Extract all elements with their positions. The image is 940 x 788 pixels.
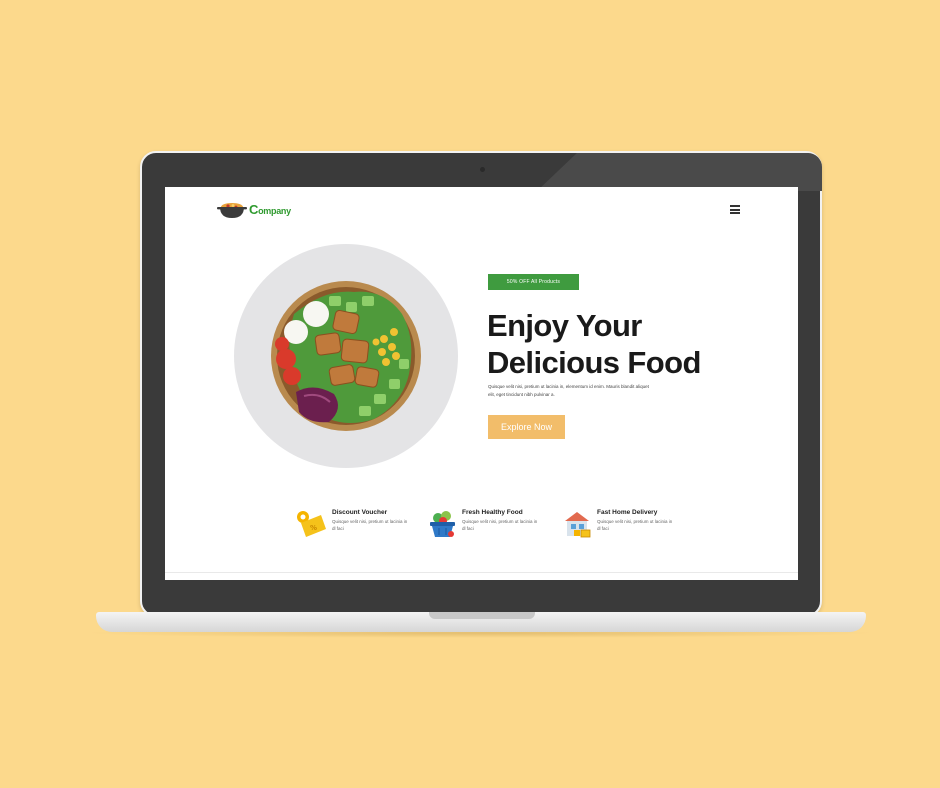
feature-text: Fast Home Delivery Quisque velit nisi, p… bbox=[597, 509, 677, 532]
section-divider bbox=[165, 572, 798, 573]
lid-reflection bbox=[537, 153, 822, 191]
company-logo[interactable]: Company bbox=[217, 198, 291, 220]
laptop-base bbox=[96, 612, 866, 632]
hero-food-image bbox=[234, 244, 458, 468]
feature-title: Fast Home Delivery bbox=[597, 509, 658, 516]
cooking-pot-icon bbox=[217, 203, 247, 218]
discount-badge: 50% OFF All Products bbox=[488, 274, 579, 290]
feature-description: Quisque velit nisi, pretium ut lacinia i… bbox=[332, 519, 408, 531]
website-screen: Company 50% OFF All Products Enjoy Your … bbox=[165, 187, 798, 580]
base-notch bbox=[429, 612, 535, 619]
feature-text: Fresh Healthy Food Quisque velit nisi, p… bbox=[462, 509, 542, 532]
discount-voucher-icon: % bbox=[297, 511, 326, 537]
explore-now-button[interactable]: Explore Now bbox=[488, 415, 565, 439]
feature-description: Quisque velit nisi, pretium ut lacinia i… bbox=[597, 519, 673, 531]
feature-discount-voucher[interactable]: % Discount Voucher Quisque velit nisi, p… bbox=[295, 509, 412, 539]
grocery-basket-icon bbox=[430, 511, 455, 537]
hamburger-icon[interactable] bbox=[730, 205, 740, 214]
svg-text:%: % bbox=[310, 524, 317, 532]
headline-line-2: Delicious Food bbox=[487, 345, 701, 380]
hero-headline: Enjoy Your Delicious Food bbox=[487, 307, 747, 381]
feature-fresh-healthy-food[interactable]: Fresh Healthy Food Quisque velit nisi, p… bbox=[427, 509, 542, 539]
logo-rest: ompany bbox=[258, 205, 291, 216]
company-name: Company bbox=[249, 202, 291, 217]
salad-bowl-illustration bbox=[271, 281, 421, 431]
hero-description: Quisque velit nisi, pretium ut lacinia i… bbox=[488, 384, 649, 397]
feature-text: Discount Voucher Quisque velit nisi, pre… bbox=[332, 509, 412, 532]
headline-line-1: Enjoy Your bbox=[487, 308, 642, 343]
home-delivery-icon bbox=[565, 512, 591, 538]
logo-initial: C bbox=[249, 201, 259, 217]
feature-description: Quisque velit nisi, pretium ut lacinia i… bbox=[462, 519, 538, 531]
feature-fast-home-delivery[interactable]: Fast Home Delivery Quisque velit nisi, p… bbox=[562, 509, 677, 539]
feature-title: Fresh Healthy Food bbox=[462, 509, 523, 516]
feature-title: Discount Voucher bbox=[332, 509, 388, 516]
camera-icon bbox=[480, 167, 485, 172]
